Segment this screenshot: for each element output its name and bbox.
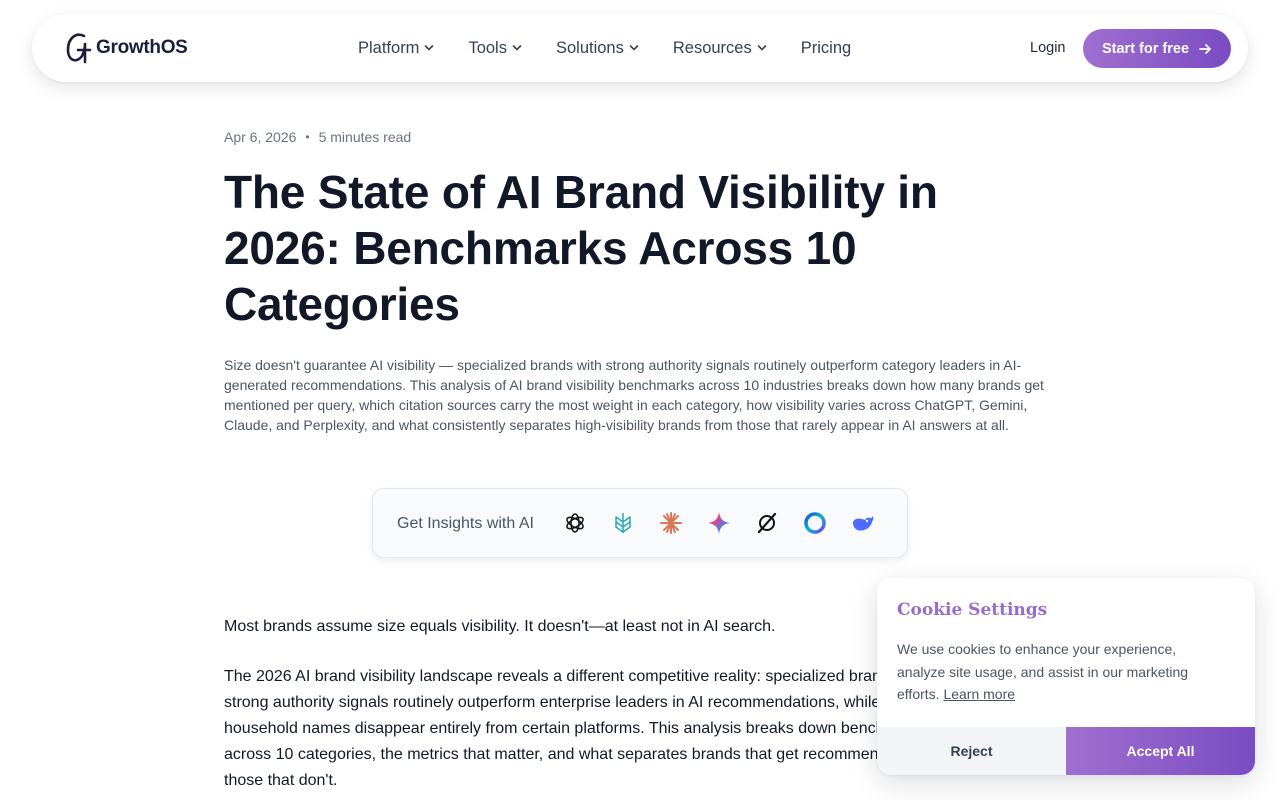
logo-text: GrowthOS <box>96 37 188 58</box>
chevron-down-icon <box>512 45 522 51</box>
article-summary: Size doesn't guarantee AI visibility — s… <box>224 357 1044 433</box>
menu-item-label: Platform <box>358 38 420 57</box>
ai-insights-label: Get Insights with AI <box>397 515 534 532</box>
menu-item-label: Tools <box>468 38 507 57</box>
perplexity-icon[interactable] <box>611 511 635 535</box>
logo[interactable]: GrowthOS <box>64 30 188 66</box>
top-navigation: GrowthOS Platform Tools Solutions Resour… <box>32 14 1248 82</box>
growthos-logo-icon <box>66 33 92 64</box>
menu-item-label: Resources <box>672 38 752 57</box>
login-link[interactable]: Login <box>1030 14 1065 82</box>
menu-item-solutions[interactable]: Solutions <box>556 39 639 58</box>
cookie-title: Cookie Settings <box>897 600 1048 620</box>
menu-item-label: Pricing <box>800 38 852 57</box>
menu-item-tools[interactable]: Tools <box>468 39 522 58</box>
read-time: 5 minutes read <box>318 129 412 145</box>
main-menu: Platform Tools Solutions Resources Prici… <box>358 14 851 82</box>
deepseek-icon[interactable] <box>851 511 875 535</box>
chevron-down-icon <box>757 45 767 51</box>
article-meta: Apr 6, 2026 • 5 minutes read <box>224 129 411 145</box>
publish-date: Apr 6, 2026 <box>224 129 297 145</box>
cookie-settings-dialog: Cookie Settings We use cookies to enhanc… <box>877 578 1255 775</box>
copilot-icon[interactable] <box>803 511 827 535</box>
learn-more-link[interactable]: Learn more <box>943 686 1015 702</box>
grok-icon[interactable] <box>755 511 779 535</box>
chatgpt-icon[interactable] <box>563 511 587 535</box>
start-for-free-button[interactable]: Start for free <box>1083 29 1231 68</box>
ai-icons <box>563 511 875 535</box>
article-title: The State of AI Brand Visibility in 2026… <box>224 166 938 330</box>
reject-cookies-button[interactable]: Reject <box>877 727 1066 775</box>
menu-item-label: Solutions <box>555 38 624 57</box>
chevron-down-icon <box>425 45 434 51</box>
claude-icon[interactable] <box>659 511 683 535</box>
menu-item-platform[interactable]: Platform <box>358 39 434 58</box>
cookie-text: We use cookies to enhance your experienc… <box>897 641 1189 702</box>
accept-all-cookies-button[interactable]: Accept All <box>1066 727 1255 775</box>
cookie-description: We use cookies to enhance your experienc… <box>897 638 1227 706</box>
chevron-down-icon <box>629 45 639 51</box>
arrow-right-icon <box>1199 43 1211 54</box>
meta-separator: • <box>305 130 310 144</box>
ai-insights-bar: Get Insights with AI <box>372 488 908 558</box>
gemini-icon[interactable] <box>707 511 731 535</box>
article-paragraph: The 2026 AI brand visibility landscape r… <box>224 668 942 789</box>
article-paragraph: Most brands assume size equals visibilit… <box>224 618 776 635</box>
menu-item-resources[interactable]: Resources <box>673 39 767 58</box>
menu-item-pricing[interactable]: Pricing <box>801 39 851 58</box>
cta-label: Start for free <box>1101 40 1190 57</box>
